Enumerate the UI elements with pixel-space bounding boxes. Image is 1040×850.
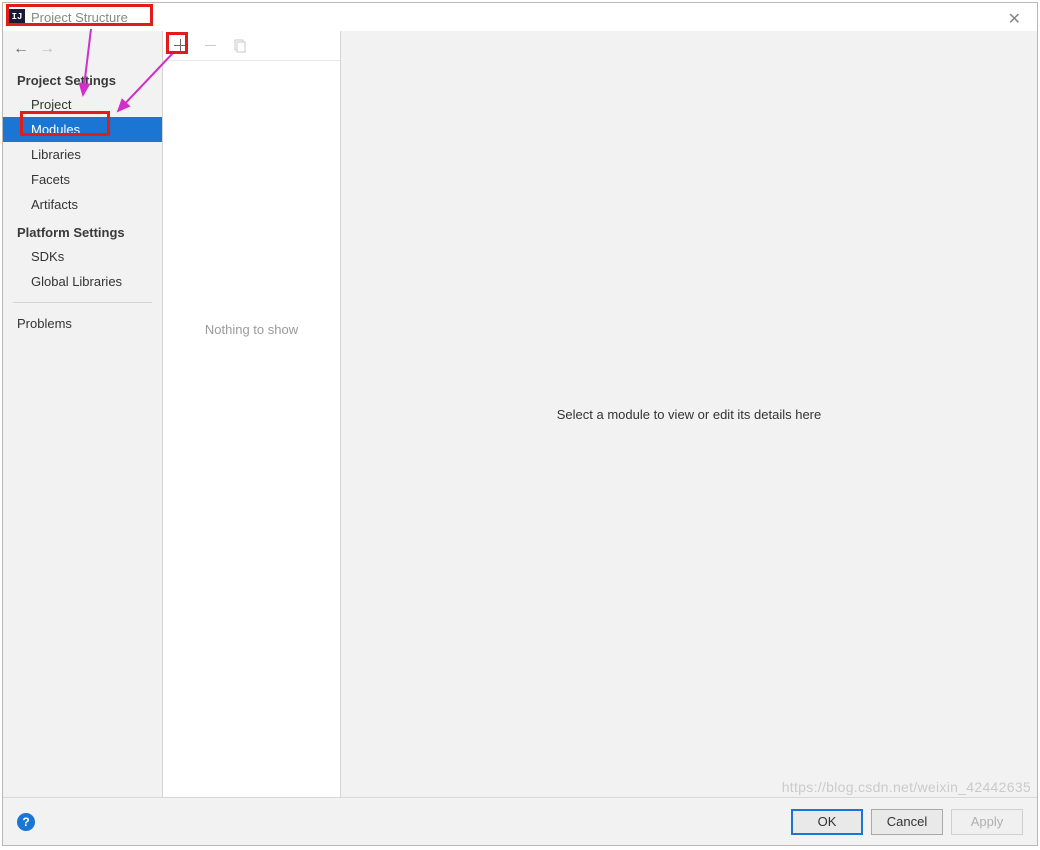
nav-history-buttons: ← → bbox=[3, 35, 162, 65]
module-list-pane: Nothing to show bbox=[163, 31, 341, 797]
content-placeholder: Select a module to view or edit its deta… bbox=[557, 407, 821, 422]
dialog-body: ← → Project Settings Project Modules Lib… bbox=[3, 31, 1037, 797]
section-platform-settings: Platform Settings bbox=[3, 217, 162, 244]
sidebar-item-artifacts[interactable]: Artifacts bbox=[3, 192, 162, 217]
nav-back-icon[interactable]: ← bbox=[13, 41, 29, 57]
project-structure-dialog: IJ Project Structure ✕ ← → Project Setti… bbox=[2, 2, 1038, 846]
copy-icon bbox=[229, 35, 251, 57]
titlebar: IJ Project Structure ✕ bbox=[3, 3, 1037, 31]
help-icon[interactable]: ? bbox=[17, 813, 35, 831]
remove-icon bbox=[199, 35, 221, 57]
ok-button[interactable]: OK bbox=[791, 809, 863, 835]
section-project-settings: Project Settings bbox=[3, 65, 162, 92]
cancel-button[interactable]: Cancel bbox=[871, 809, 943, 835]
window-title: Project Structure bbox=[31, 10, 128, 25]
sidebar-item-project[interactable]: Project bbox=[3, 92, 162, 117]
app-icon: IJ bbox=[9, 9, 25, 25]
sidebar-item-sdks[interactable]: SDKs bbox=[3, 244, 162, 269]
sidebar-item-facets[interactable]: Facets bbox=[3, 167, 162, 192]
sidebar-item-libraries[interactable]: Libraries bbox=[3, 142, 162, 167]
nav-forward-icon: → bbox=[39, 41, 55, 57]
close-icon[interactable]: ✕ bbox=[1002, 7, 1027, 31]
content-pane: Select a module to view or edit its deta… bbox=[341, 31, 1037, 797]
sidebar-item-global-libraries[interactable]: Global Libraries bbox=[3, 269, 162, 294]
sidebar: ← → Project Settings Project Modules Lib… bbox=[3, 31, 163, 797]
sidebar-item-modules[interactable]: Modules bbox=[3, 117, 162, 142]
dialog-footer: ? OK Cancel Apply bbox=[3, 797, 1037, 845]
sidebar-divider bbox=[13, 302, 152, 303]
module-toolbar bbox=[163, 31, 340, 61]
module-list-empty: Nothing to show bbox=[163, 61, 340, 797]
sidebar-item-problems[interactable]: Problems bbox=[3, 311, 162, 336]
add-icon[interactable] bbox=[169, 35, 191, 57]
apply-button: Apply bbox=[951, 809, 1023, 835]
